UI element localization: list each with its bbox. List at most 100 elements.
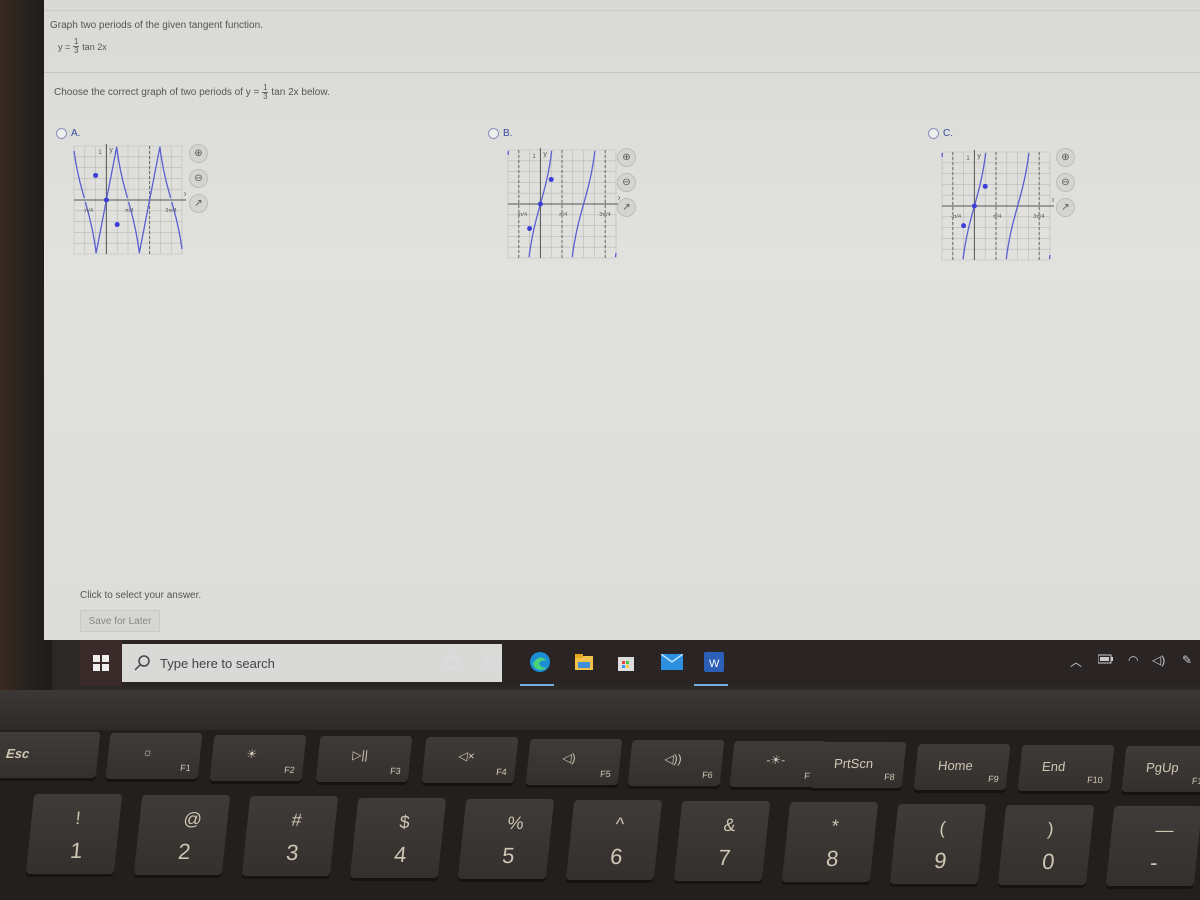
pen-icon[interactable]: ✎ (1182, 653, 1192, 667)
key-glyph-icon: ☀ (245, 746, 258, 761)
x-axis-label: x (184, 191, 186, 198)
key-prtscn[interactable]: PrtScn F8 (809, 742, 907, 789)
popout-icon[interactable]: ↗ (189, 194, 208, 213)
option-c-radio[interactable] (928, 128, 939, 139)
option-a-letter: A. (71, 128, 81, 139)
key-end[interactable]: End F10 (1017, 745, 1115, 791)
x-tick-label: 3π/4 (165, 208, 176, 214)
option-c-radio-label[interactable]: C. (928, 128, 953, 139)
popout-icon[interactable]: ↗ (1056, 198, 1075, 217)
option-b-letter: B. (503, 128, 513, 139)
taskbar: Type here to search W ︿ ◠ ◁) ✎ (80, 640, 1200, 686)
key-fn-label: F9 (987, 773, 1000, 784)
key-glyph-icon: ◁)) (663, 751, 683, 766)
key-point (548, 176, 554, 182)
key-f5[interactable]: ◁) F5 (525, 738, 623, 785)
key-0[interactable]: ) 0 (997, 804, 1095, 885)
wifi-icon[interactable]: ◠ (1128, 653, 1138, 667)
option-a-radio-label[interactable]: A. (56, 128, 80, 139)
key-point (93, 172, 99, 178)
key-1[interactable]: ! 1 (25, 794, 123, 874)
zoom-in-icon[interactable]: ⊕ (617, 148, 636, 167)
option-b-graph[interactable]: yx1-π/4 π/4 3π/4 (500, 146, 620, 261)
option-c[interactable]: C. (928, 128, 953, 139)
volume-icon[interactable]: ◁) (1152, 653, 1165, 667)
top-divider (44, 10, 1200, 11)
key-home[interactable]: Home F9 (913, 743, 1011, 790)
key-esc[interactable]: Esc (0, 732, 101, 778)
key-f6[interactable]: ◁)) F6 (627, 739, 725, 786)
y-tick-label: 1 (98, 150, 102, 156)
tangent-curve (614, 253, 617, 258)
section-divider (44, 72, 1200, 73)
key-fn-label: F10 (1086, 775, 1104, 785)
key-fn-label: F6 (701, 769, 714, 780)
key-6[interactable]: ^ 6 (565, 800, 663, 880)
fraction-denominator: 3 (74, 46, 79, 55)
tangent-curve (73, 150, 85, 199)
function-fraction: 1 3 (73, 38, 80, 55)
key-f1[interactable]: ☼ F1 (105, 733, 203, 780)
key-fn-label: F4 (495, 767, 508, 778)
key-shift-symbol: & (722, 815, 737, 836)
x-axis-label: x (1052, 197, 1054, 204)
key-glyph-icon: ▷|| (351, 747, 369, 762)
key-label: Home (937, 757, 974, 773)
battery-icon[interactable] (1097, 653, 1114, 667)
key-8[interactable]: * 8 (781, 802, 879, 883)
store-icon[interactable] (612, 648, 640, 676)
key-shift-symbol: — (1154, 820, 1175, 840)
option-b-radio[interactable] (488, 128, 499, 139)
option-b[interactable]: B. (488, 128, 512, 139)
option-a[interactable]: A. (56, 128, 80, 139)
key-main-label: 6 (608, 844, 624, 869)
key-7[interactable]: & 7 (673, 801, 771, 882)
option-c-graph[interactable]: y x 1 -π/4 π/4 3π/4 (934, 148, 1054, 263)
key-shift-symbol: $ (398, 811, 411, 832)
edge-icon[interactable] (526, 648, 554, 676)
key-glyph-icon: ☼ (141, 745, 155, 760)
show-hidden-icons-chevron-icon[interactable]: ︿ (1070, 653, 1082, 670)
key-2[interactable]: @2 (133, 795, 231, 876)
x-tick-label: 3π/4 (1033, 214, 1044, 220)
x-tick-label: π/4 (993, 214, 1001, 220)
key-4[interactable]: $4 (349, 797, 447, 878)
key-main-label: 7 (716, 845, 732, 871)
zoom-in-icon[interactable]: ⊕ (189, 144, 208, 163)
given-function: y = 1 3 tan 2x (58, 38, 107, 55)
save-for-later-button[interactable]: Save for Later (80, 610, 160, 632)
key-point (537, 201, 543, 207)
cortana-icon[interactable] (438, 648, 466, 676)
keyboard: Esc ☼ F1 ☀ F2 ▷|| F3 ◁× F4 ◁) F5 ◁)) F6 -☀- F7 PrtScn F8… (0, 730, 1200, 900)
key-3[interactable]: #3 (241, 796, 339, 877)
key-point (527, 226, 533, 232)
key-f3[interactable]: ▷|| F3 (315, 735, 413, 782)
zoom-in-icon[interactable]: ⊕ (1056, 148, 1075, 167)
key--[interactable]: — - (1105, 806, 1200, 886)
option-a-tools: ⊕ ⊖ ↗ (189, 144, 208, 213)
zoom-out-icon[interactable]: ⊖ (617, 173, 636, 192)
file-explorer-icon[interactable] (570, 648, 598, 676)
y-axis-label: y (977, 153, 981, 160)
task-view-icon[interactable] (478, 648, 506, 676)
y-tick-label: 1 (532, 154, 536, 160)
key-shift-symbol: ) (1046, 818, 1055, 839)
key-9[interactable]: (9 (889, 803, 987, 884)
option-a-graph[interactable]: y x 1 -π/4 π/4 3π/4 (66, 142, 186, 257)
key-5[interactable]: % 5 (457, 798, 555, 879)
tangent-curve (1048, 255, 1051, 260)
zoom-out-icon[interactable]: ⊖ (189, 169, 208, 188)
zoom-out-icon[interactable]: ⊖ (1056, 173, 1075, 192)
key-main-label: 9 (932, 847, 948, 873)
mail-icon[interactable] (658, 648, 686, 676)
option-b-radio-label[interactable]: B. (488, 128, 512, 139)
key-f4[interactable]: ◁× F4 (421, 737, 519, 784)
popout-icon[interactable]: ↗ (617, 198, 636, 217)
option-a-radio[interactable] (56, 128, 67, 139)
instruction-text: Choose the correct graph of two periods … (54, 87, 260, 98)
word-icon[interactable]: W (700, 648, 728, 676)
start-button[interactable] (80, 640, 122, 686)
y-tick-label: 1 (966, 156, 970, 162)
key-f2[interactable]: ☀ F2 (209, 734, 307, 781)
key-pgup[interactable]: PgUp F11 (1121, 746, 1200, 793)
